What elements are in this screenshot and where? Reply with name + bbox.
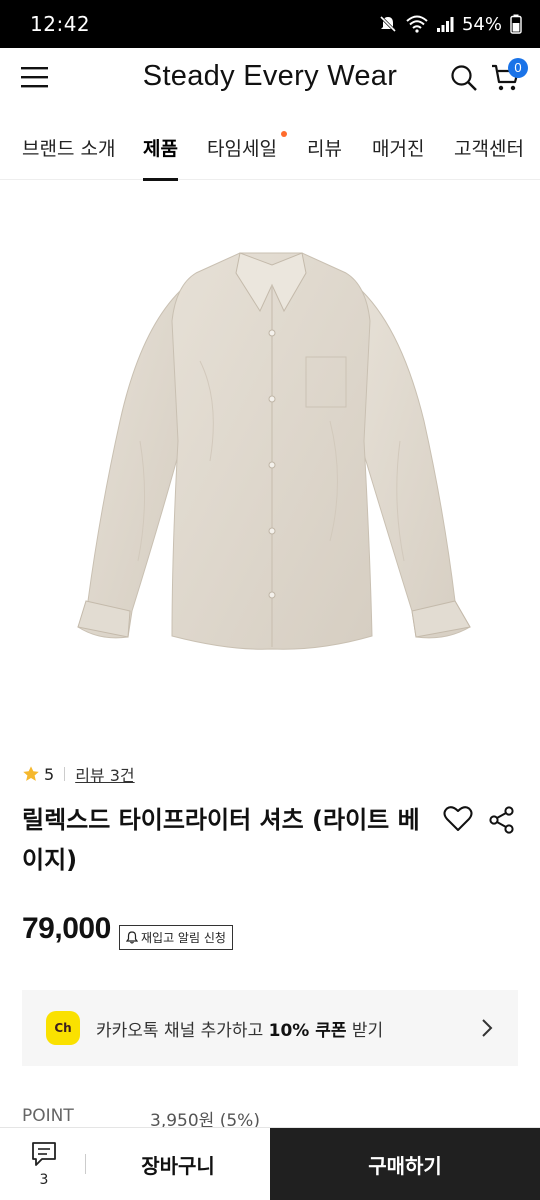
restock-alert-label: 재입고 알림 신청 (141, 931, 226, 945)
product-title: 릴렉스드 타이프라이터 셔츠 (라이트 베이지) (22, 806, 420, 874)
review-count-link[interactable]: 리뷰 3건 (75, 762, 134, 786)
point-label: POINT (22, 1106, 74, 1126)
shirt-image (77, 252, 471, 650)
category-nav: 브랜드 소개 제품 타임세일 리뷰 매거진 고객센터 (0, 108, 540, 181)
tab-brand-intro[interactable]: 브랜드 소개 (22, 134, 115, 161)
product-price: 79,000 (22, 912, 111, 945)
battery-icon (510, 14, 522, 34)
wifi-icon (406, 15, 428, 33)
rating-row: 5 리뷰 3건 (22, 762, 135, 786)
bell-icon (126, 931, 138, 944)
battery-percent: 54% (461, 13, 502, 35)
status-time: 12:42 (30, 12, 91, 36)
star-icon (23, 766, 39, 781)
bottom-action-bar: 3 장바구니 구매하기 (0, 1127, 540, 1200)
chat-icon (32, 1142, 56, 1166)
chevron-right-icon (482, 1019, 493, 1037)
share-icon (489, 806, 514, 834)
mute-icon (379, 15, 397, 33)
share-button[interactable] (488, 805, 516, 835)
kakao-text-after: 받기 (346, 1020, 384, 1041)
heart-icon (443, 806, 473, 831)
new-badge-dot (281, 131, 287, 137)
wishlist-button[interactable] (443, 805, 475, 835)
kakao-channel-icon: Ch (46, 1011, 80, 1045)
cart-count-badge: 0 (508, 58, 528, 78)
buy-now-button[interactable]: 구매하기 (270, 1128, 540, 1200)
rating-value: 5 (44, 764, 55, 784)
kakao-text-bold: 10% 쿠폰 (268, 1020, 347, 1041)
tab-reviews[interactable]: 리뷰 (307, 134, 342, 161)
signal-icon (436, 17, 454, 32)
tab-customer-center[interactable]: 고객센터 (454, 134, 524, 161)
status-icons: 54% (378, 14, 522, 35)
add-to-cart-button[interactable]: 장바구니 (86, 1128, 270, 1200)
product-image[interactable] (0, 181, 540, 741)
review-chat-button[interactable]: 3 (24, 1140, 64, 1190)
kakao-banner-text: 카카오톡 채널 추가하고 10% 쿠폰 받기 (96, 1016, 480, 1041)
kakao-channel-banner[interactable]: Ch 카카오톡 채널 추가하고 10% 쿠폰 받기 (22, 990, 518, 1066)
tab-time-sale[interactable]: 타임세일 (207, 134, 277, 161)
tab-magazine[interactable]: 매거진 (372, 134, 424, 161)
kakao-text-before: 카카오톡 채널 추가하고 (96, 1020, 269, 1041)
restock-alert-button[interactable]: 재입고 알림 신청 (119, 925, 233, 950)
search-icon (451, 65, 477, 91)
header: Steady Every Wear (0, 48, 540, 108)
chat-count: 3 (39, 1172, 49, 1188)
tab-products[interactable]: 제품 (143, 134, 178, 161)
rating-divider (64, 767, 66, 781)
search-button[interactable] (450, 64, 478, 92)
status-bar: 12:42 54% (0, 0, 540, 48)
